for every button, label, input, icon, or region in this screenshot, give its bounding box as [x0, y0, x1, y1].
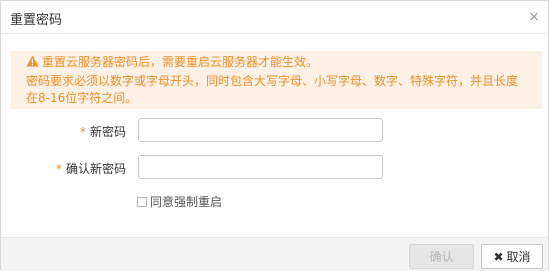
confirm-password-input[interactable]: [138, 155, 383, 179]
dialog-footer: 确认 ✖ 取消: [1, 237, 548, 271]
cancel-button[interactable]: ✖ 取消: [481, 244, 543, 269]
new-password-label-text: 新密码: [89, 125, 126, 139]
warning-text-1: 重置云服务器密码后，需要重启云服务器才能生效。: [42, 55, 319, 69]
cancel-button-label: 取消: [506, 250, 531, 264]
dialog-header: 重置密码 ×: [1, 1, 548, 34]
warning-line-1: 重置云服务器密码后，需要重启云服务器才能生效。: [26, 53, 318, 70]
force-restart-row: 同意强制重启: [137, 193, 222, 210]
warning-notice: 重置云服务器密码后，需要重启云服务器才能生效。 密码要求必须以数字或字母开头，同…: [11, 51, 542, 109]
required-mark: *: [55, 162, 62, 176]
confirm-button[interactable]: 确认: [409, 244, 474, 269]
reset-password-dialog: 重置密码 × 重置云服务器密码后，需要重启云服务器才能生效。 密码要求必须以数字…: [0, 0, 549, 271]
dialog-title: 重置密码: [10, 13, 63, 28]
confirm-password-label: * 确认新密码: [6, 160, 126, 177]
force-restart-checkbox[interactable]: [137, 197, 147, 207]
force-restart-label[interactable]: 同意强制重启: [150, 195, 222, 209]
close-icon[interactable]: ×: [528, 10, 540, 24]
warning-line-2: 密码要求必须以数字或字母开头，同时包含大写字母、小写字母、数字、特殊字符，并且长…: [26, 74, 519, 88]
new-password-label: * 新密码: [6, 123, 126, 140]
confirm-password-label-text: 确认新密码: [65, 162, 126, 176]
close-x-icon: ✖: [493, 249, 504, 264]
warning-triangle-icon: [26, 55, 39, 67]
required-mark: *: [79, 125, 86, 139]
warning-line-3: 在8-16位字符之间。: [26, 91, 138, 105]
new-password-input[interactable]: [138, 118, 383, 142]
